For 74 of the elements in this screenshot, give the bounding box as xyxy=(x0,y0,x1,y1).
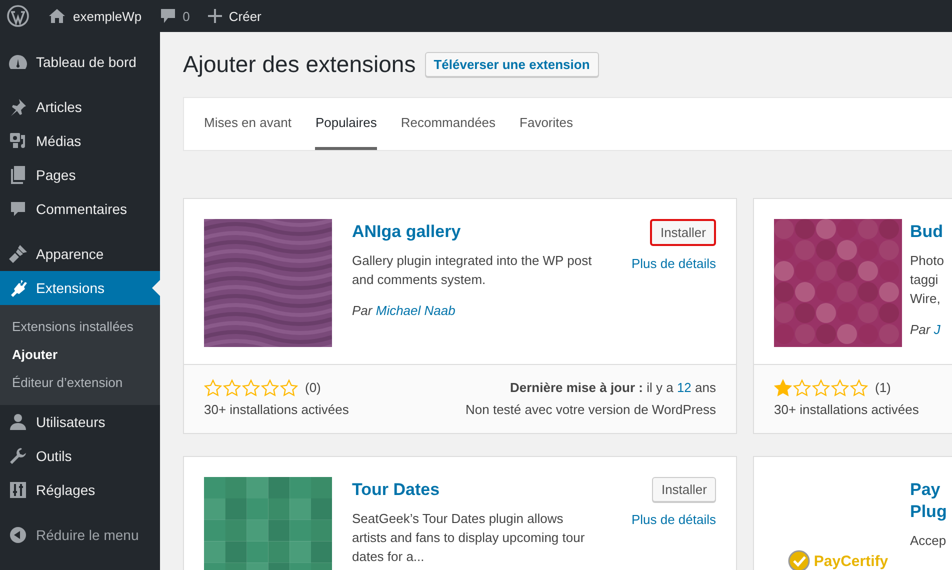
submenu-item[interactable]: Extensions installées xyxy=(0,313,160,341)
sidebar-item[interactable]: Médias xyxy=(0,124,160,158)
comment-count: 0 xyxy=(182,8,190,24)
byline-label: Par xyxy=(352,303,372,318)
pages-icon xyxy=(9,165,27,185)
star-icon xyxy=(242,379,260,397)
last-updated-label: Dernière mise à jour : xyxy=(510,380,643,395)
star-icon xyxy=(850,379,868,397)
details-link[interactable]: Plus de détails xyxy=(631,512,716,527)
page-title: Ajouter des extensions xyxy=(183,51,416,78)
collapse-icon xyxy=(9,526,27,544)
plugin-title-link[interactable]: Bud xyxy=(910,221,952,243)
rating-count: (0) xyxy=(305,379,321,397)
site-name-link[interactable]: exempleWp xyxy=(73,8,142,24)
details-link[interactable]: Plus de détails xyxy=(631,256,716,271)
sidebar-item[interactable]: Pages xyxy=(0,158,160,192)
tab[interactable]: Mises en avant xyxy=(204,98,292,150)
tab[interactable]: Favorites xyxy=(520,98,573,150)
plugin-description: Photo taggi Wire, xyxy=(910,252,945,308)
star-icon xyxy=(831,379,849,397)
byline-label: Par xyxy=(910,322,930,337)
compatibility-text: Non testé avec votre version de WordPress xyxy=(466,401,716,419)
wrench-icon xyxy=(9,447,27,465)
sidebar-item[interactable]: Commentaires xyxy=(0,192,160,226)
rating-count: (1) xyxy=(875,379,891,397)
plugin-title-link[interactable]: Tour Dates xyxy=(352,479,600,501)
comment-icon xyxy=(9,200,27,218)
current-item-pointer xyxy=(152,280,160,296)
brush-icon xyxy=(8,244,28,264)
install-count: 30+ installations activées xyxy=(204,401,349,419)
submenu-item[interactable]: Ajouter xyxy=(0,341,160,369)
comment-icon[interactable] xyxy=(160,8,176,24)
last-updated-unit: ans xyxy=(695,380,716,395)
plugin-description: Accep xyxy=(910,532,948,550)
last-updated-value: 12 xyxy=(676,380,692,395)
new-link[interactable]: Créer xyxy=(228,8,262,24)
sidebar-item[interactable]: Réglages xyxy=(0,473,160,507)
plugin-title-link[interactable]: ANIga gallery xyxy=(352,221,600,243)
install-count: 30+ installations activées xyxy=(774,401,919,419)
plugin-description: SeatGeek’s Tour Dates plugin allows artists and fans to display upcoming tour dates for a... xyxy=(352,510,586,566)
author-link[interactable]: J xyxy=(934,322,940,337)
sidebar-item[interactable]: Tableau de bord xyxy=(0,45,160,79)
tab[interactable]: Populaires xyxy=(315,98,377,150)
plugin-description: Gallery plugin integrated into the WP post and comments system. xyxy=(352,252,593,289)
sidebar-item[interactable]: Outils xyxy=(0,439,160,473)
sidebar-item[interactable]: Articles xyxy=(0,90,160,124)
plus-icon[interactable] xyxy=(208,9,222,23)
star-icon xyxy=(204,379,222,397)
collapse-menu-button[interactable]: Réduire le menu xyxy=(0,518,160,552)
star-icon xyxy=(280,379,298,397)
pin-icon xyxy=(8,97,28,117)
sidebar-item[interactable]: Apparence xyxy=(0,237,160,271)
star-icon xyxy=(774,379,792,397)
star-icon xyxy=(223,379,241,397)
sliders-icon xyxy=(9,481,27,499)
tab[interactable]: Recommandées xyxy=(400,98,496,150)
install-button[interactable]: Installer xyxy=(650,219,716,246)
submenu-item[interactable]: Éditeur d’extension xyxy=(0,369,160,397)
star-icon xyxy=(261,379,279,397)
sidebar-item[interactable]: Extensions xyxy=(0,271,160,305)
last-updated-text: il y a xyxy=(646,380,674,395)
install-button[interactable]: Installer xyxy=(652,477,716,502)
star-icon xyxy=(812,379,830,397)
author-link[interactable]: Michael Naab xyxy=(376,303,456,318)
home-icon[interactable] xyxy=(48,8,66,24)
star-icon xyxy=(793,379,811,397)
plugin-title-link[interactable]: Pay Plug xyxy=(910,479,952,523)
logo-text: PayCertify xyxy=(814,552,888,570)
sidebar-item[interactable]: Utilisateurs xyxy=(0,405,160,439)
media-icon xyxy=(8,131,28,151)
upload-button[interactable]: Téléverser une extension xyxy=(424,52,599,77)
dashboard-icon xyxy=(8,53,28,71)
user-icon xyxy=(9,413,27,431)
wordpress-logo-icon[interactable] xyxy=(7,5,29,27)
